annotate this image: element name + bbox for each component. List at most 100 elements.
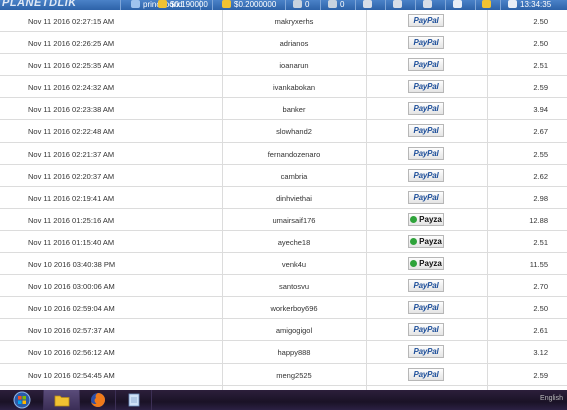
processor-label: PayPal — [413, 369, 439, 379]
settings-button[interactable] — [363, 0, 372, 10]
payment-username: cambria — [280, 171, 308, 181]
site-logo[interactable]: PLANETDLIK — [2, 0, 77, 9]
header-divider — [475, 0, 476, 10]
balance-secondary[interactable]: $0.2000000 — [222, 0, 276, 10]
payment-date: Nov 11 2016 02:22:48 AM — [28, 127, 115, 137]
table-row: Nov 10 2016 03:40:38 PM venk4u Payza 11.55 — [0, 253, 567, 276]
windows-taskbar: English — [0, 390, 567, 410]
payment-date: Nov 11 2016 02:21:37 AM — [28, 149, 115, 159]
payment-amount: 2.51 — [533, 61, 548, 71]
payment-date: Nov 11 2016 02:20:37 AM — [28, 171, 115, 181]
column-divider — [366, 10, 367, 390]
balance-secondary-value: $0.2000000 — [234, 0, 277, 9]
taskbar-notepad[interactable] — [116, 390, 152, 410]
table-row: Nov 11 2016 01:15:40 AM ayeche18 Payza 2.51 — [0, 231, 567, 254]
paypal-logo-icon: PayPal — [408, 14, 444, 27]
paypal-logo-icon: PayPal — [408, 36, 444, 50]
clock-icon — [508, 0, 517, 8]
stats-button[interactable] — [393, 0, 402, 10]
firefox-icon — [90, 393, 105, 407]
paypal-logo-icon: PayPal — [408, 367, 444, 381]
payza-dot-icon — [410, 237, 418, 245]
table-row: Nov 11 2016 02:26:25 AM adrianos PayPal 2.5… — [0, 32, 567, 55]
payment-username: slowhand2 — [276, 127, 312, 137]
payment-amount: 12.88 — [529, 215, 548, 225]
payment-date: Nov 10 2016 03:00:06 AM — [28, 282, 115, 292]
messages-button[interactable] — [453, 0, 462, 10]
language-indicator[interactable]: English — [540, 395, 563, 402]
table-row: Nov 11 2016 02:19:41 AM dinhviethai PayPal… — [0, 187, 567, 209]
start-button[interactable] — [0, 390, 44, 410]
processor-label: PayPal — [413, 104, 439, 114]
header-counter-1[interactable]: 0 — [293, 0, 309, 10]
payment-username: workerboy696 — [270, 304, 318, 314]
column-divider — [487, 10, 488, 390]
payment-date: Nov 11 2016 02:24:32 AM — [28, 83, 115, 93]
payment-date: Nov 11 2016 02:23:38 AM — [28, 105, 115, 115]
payment-date: Nov 11 2016 01:25:16 AM — [28, 215, 115, 225]
paypal-logo-icon: PayPal — [408, 80, 444, 94]
payment-date: Nov 11 2016 01:15:40 AM — [28, 237, 115, 247]
payment-amount: 2.59 — [533, 83, 548, 93]
payment-amount: 2.67 — [533, 127, 548, 137]
paypal-logo-icon: PayPal — [408, 102, 444, 116]
header-divider — [385, 0, 386, 10]
system-tray: English — [540, 395, 563, 402]
table-row: Nov 10 2016 02:56:12 AM happy888 PayPal 3.1… — [0, 341, 567, 364]
payment-username: fernandozenaro — [267, 149, 321, 159]
coins-icon — [158, 0, 167, 8]
payment-username: ivankabokan — [272, 83, 316, 93]
payment-amount: 2.50 — [533, 17, 548, 26]
notepad-icon — [128, 393, 139, 407]
paypal-logo-icon: PayPal — [408, 323, 444, 337]
lock-button[interactable] — [482, 0, 491, 10]
payment-username: venk4u — [281, 260, 307, 270]
payment-amount: 2.59 — [533, 370, 548, 380]
taskbar-explorer[interactable] — [44, 390, 80, 410]
processor-label: PayPal — [413, 347, 439, 357]
processor-label: PayPal — [413, 303, 439, 313]
header-divider — [320, 0, 321, 10]
coins-icon — [222, 0, 231, 8]
payment-username: adrianos — [279, 39, 309, 49]
balance-main[interactable]: $0.190000 — [156, 0, 208, 10]
payment-date: Nov 11 2016 02:25:35 AM — [28, 61, 115, 71]
header-counter-2[interactable]: 0 — [328, 0, 344, 10]
tools-icon — [423, 0, 432, 8]
tools-button[interactable] — [423, 0, 432, 10]
processor-label: PayPal — [413, 281, 439, 291]
processor-label: PayPal — [413, 325, 439, 335]
payment-amount: 3.94 — [533, 105, 548, 115]
paypal-logo-icon: PayPal — [408, 279, 444, 293]
processor-label: Payza — [419, 214, 442, 224]
header-divider — [285, 0, 286, 10]
paypal-logo-icon: PayPal — [408, 345, 444, 359]
processor-label: PayPal — [413, 148, 439, 158]
payment-username: meng2525 — [276, 370, 312, 380]
header-divider — [415, 0, 416, 10]
payza-dot-icon — [410, 215, 418, 223]
table-row: Nov 11 2016 02:22:48 AM slowhand2 PayPal 2.… — [0, 120, 567, 143]
gear-icon — [363, 0, 372, 8]
payment-date: Nov 11 2016 02:27:15 AM — [28, 17, 115, 26]
payment-username: umairsaif176 — [272, 215, 316, 225]
payment-username: ioanarun — [279, 61, 309, 71]
envelope-icon — [453, 0, 462, 8]
column-divider — [222, 10, 223, 390]
payza-dot-icon — [410, 260, 418, 268]
payment-username: santosvu — [278, 282, 310, 292]
table-row: Nov 11 2016 02:23:38 AM banker PayPal 3.94 — [0, 98, 567, 121]
payment-amount: 2.55 — [533, 149, 548, 159]
processor-label: PayPal — [413, 170, 439, 180]
payment-amount: 3.12 — [533, 348, 548, 358]
payment-date: Nov 10 2016 02:57:37 AM — [28, 326, 115, 336]
payment-username: ayeche18 — [277, 237, 311, 247]
payment-date: Nov 11 2016 02:19:41 AM — [28, 193, 115, 203]
paypal-logo-icon: PayPal — [408, 58, 444, 72]
site-header: PLANETDLIK princebond $0.190000 $0.20000… — [0, 0, 567, 10]
payment-username: makryxerhs — [274, 17, 314, 26]
table-row: Nov 11 2016 02:24:32 AM ivankabokan PayPal… — [0, 76, 567, 99]
payment-amount: 2.62 — [533, 171, 548, 181]
payza-logo-icon: Payza — [408, 234, 444, 248]
taskbar-firefox[interactable] — [80, 390, 116, 410]
